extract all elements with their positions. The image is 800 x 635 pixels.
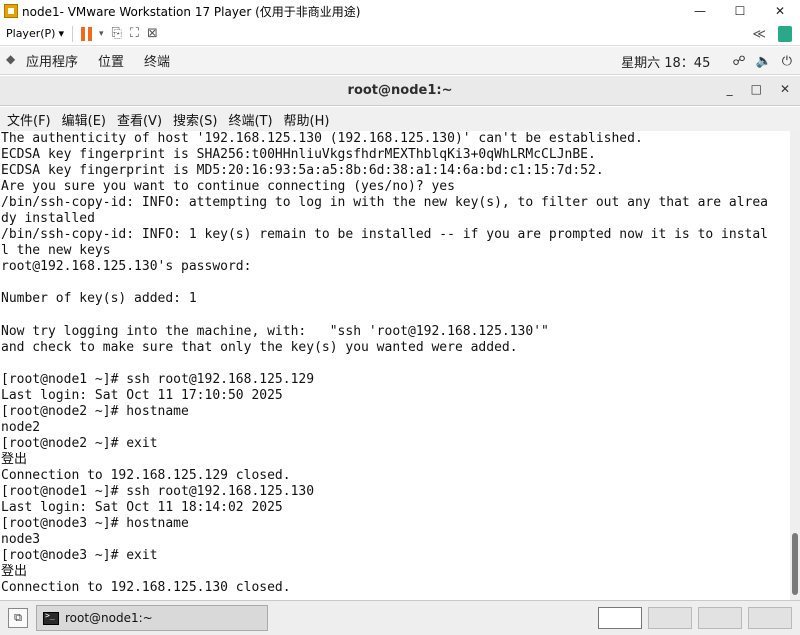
- player-menu[interactable]: Player(P) ▾: [6, 27, 64, 40]
- terminal-close-button[interactable]: ✕: [780, 82, 790, 96]
- gnome-top-panel: 应用程序 位置 终端 星期六 18：45 ☍ 🔈 ⏻: [0, 47, 800, 75]
- terminal-scrollbar[interactable]: [790, 131, 800, 600]
- vm-notes-icon[interactable]: [778, 26, 792, 42]
- taskbar-item-label: root@node1:~: [65, 611, 153, 625]
- terminal-line: l the new keys: [1, 243, 111, 259]
- terminal-line: Now try logging into the machine, with: …: [1, 323, 549, 339]
- menu-edit[interactable]: 编辑(E): [62, 110, 106, 129]
- pause-icon[interactable]: [80, 26, 93, 41]
- places-menu[interactable]: 位置: [98, 51, 124, 70]
- vmware-minimize-button[interactable]: —: [680, 0, 720, 22]
- applications-icon: [6, 52, 20, 68]
- taskbar-terminal-item[interactable]: root@node1:~: [36, 605, 268, 631]
- unity-icon[interactable]: ⊠: [147, 26, 158, 41]
- applications-menu[interactable]: 应用程序: [26, 51, 78, 70]
- menu-help[interactable]: 帮助(H): [284, 110, 330, 129]
- pause-dropdown-icon[interactable]: ▾: [99, 29, 104, 39]
- terminal-menu[interactable]: 终端: [144, 51, 170, 70]
- workspace-4[interactable]: [748, 607, 792, 629]
- vmware-titlebar: node1- VMware Workstation 17 Player (仅用于…: [0, 0, 800, 22]
- taskbar: ⧉ root@node1:~: [0, 600, 800, 635]
- terminal-line: Last login: Sat Oct 11 17:10:50 2025: [1, 387, 283, 403]
- terminal-line: dy installed: [1, 211, 95, 227]
- terminal-window-header: root@node1:~ _ □ ✕: [0, 76, 800, 106]
- terminal-line: /bin/ssh-copy-id: INFO: attempting to lo…: [1, 195, 769, 211]
- menu-view[interactable]: 查看(V): [117, 110, 162, 129]
- volume-icon[interactable]: 🔈: [756, 54, 772, 69]
- terminal-icon: [43, 611, 59, 625]
- terminal-line: node2: [1, 419, 41, 435]
- terminal-menubar: 文件(F) 编辑(E) 查看(V) 搜索(S) 终端(T) 帮助(H): [0, 107, 800, 131]
- terminal-output[interactable]: The authenticity of host '192.168.125.13…: [0, 131, 790, 600]
- scrollbar-thumb[interactable]: [792, 533, 798, 595]
- menu-terminal[interactable]: 终端(T): [228, 110, 272, 129]
- back-to-library-icon[interactable]: ≪: [752, 27, 766, 42]
- show-desktop-icon[interactable]: ⧉: [8, 608, 28, 628]
- player-menu-label: Player(P): [6, 27, 56, 40]
- vmware-logo-icon: [4, 4, 18, 18]
- terminal-line: node3: [1, 532, 41, 548]
- workspace-1[interactable]: [598, 607, 642, 629]
- terminal-line: and check to make sure that only the key…: [1, 339, 518, 355]
- terminal-line: [root@node3 ~]# hostname: [1, 516, 189, 532]
- terminal-line: ECDSA key fingerprint is SHA256:t00HHnli…: [1, 147, 596, 163]
- vmware-maximize-button[interactable]: ☐: [720, 0, 760, 22]
- workspace-3[interactable]: [698, 607, 742, 629]
- terminal-line: [root@node3 ~]# exit: [1, 548, 158, 564]
- menu-search[interactable]: 搜索(S): [173, 110, 217, 129]
- terminal-line: [root@node1 ~]# ssh root@192.168.125.130: [1, 484, 315, 500]
- terminal-line: 登出: [1, 451, 28, 467]
- network-icon[interactable]: ☍: [732, 54, 745, 69]
- toolbar-right: ≪: [752, 26, 792, 42]
- terminal-line: The authenticity of host '192.168.125.13…: [1, 131, 643, 146]
- terminal-line: /bin/ssh-copy-id: INFO: 1 key(s) remain …: [1, 227, 769, 243]
- terminal-line: Are you sure you want to continue connec…: [1, 179, 455, 195]
- vmware-window-title: node1- VMware Workstation 17 Player (仅用于…: [22, 4, 361, 19]
- vmware-window-controls: — ☐ ✕: [680, 0, 800, 22]
- terminal-window-title: root@node1:~: [347, 83, 453, 98]
- terminal-line: root@192.168.125.130's password:: [1, 259, 252, 275]
- terminal-line: [root@node2 ~]# exit: [1, 435, 158, 451]
- terminal-line: Connection to 192.168.125.129 closed.: [1, 467, 291, 483]
- chevron-down-icon: ▾: [58, 27, 64, 40]
- terminal-line: Last login: Sat Oct 11 18:14:02 2025: [1, 500, 283, 516]
- power-icon[interactable]: ⏻: [782, 54, 792, 69]
- clock[interactable]: 星期六 18：45: [621, 52, 710, 71]
- terminal-minimize-button[interactable]: _: [727, 82, 733, 96]
- terminal-line: [root@node1 ~]# ssh root@192.168.125.129: [1, 371, 315, 387]
- terminal-window-controls: _ □ ✕: [727, 82, 790, 96]
- terminal-line: Connection to 192.168.125.130 closed.: [1, 580, 291, 596]
- terminal-line: Number of key(s) added: 1: [1, 291, 197, 307]
- send-ctrl-alt-del-icon[interactable]: ⎘: [112, 26, 122, 41]
- vmware-toolbar: Player(P) ▾ ▾ ⎘ ⛶ ⊠ ≪: [0, 22, 800, 46]
- workspace-2[interactable]: [648, 607, 692, 629]
- terminal-line: 登出: [1, 564, 28, 580]
- terminal-line: [root@node2 ~]# hostname: [1, 403, 189, 419]
- toolbar-divider: [71, 25, 73, 42]
- terminal-line: ECDSA key fingerprint is MD5:20:16:93:5a…: [1, 163, 604, 179]
- panel-status-area: 星期六 18：45 ☍ 🔈 ⏻: [621, 47, 792, 75]
- workspace-switcher: [598, 607, 792, 629]
- fullscreen-icon[interactable]: ⛶: [130, 26, 139, 41]
- menu-file[interactable]: 文件(F): [7, 110, 51, 129]
- vmware-close-button[interactable]: ✕: [760, 0, 800, 22]
- terminal-maximize-button[interactable]: □: [751, 82, 762, 96]
